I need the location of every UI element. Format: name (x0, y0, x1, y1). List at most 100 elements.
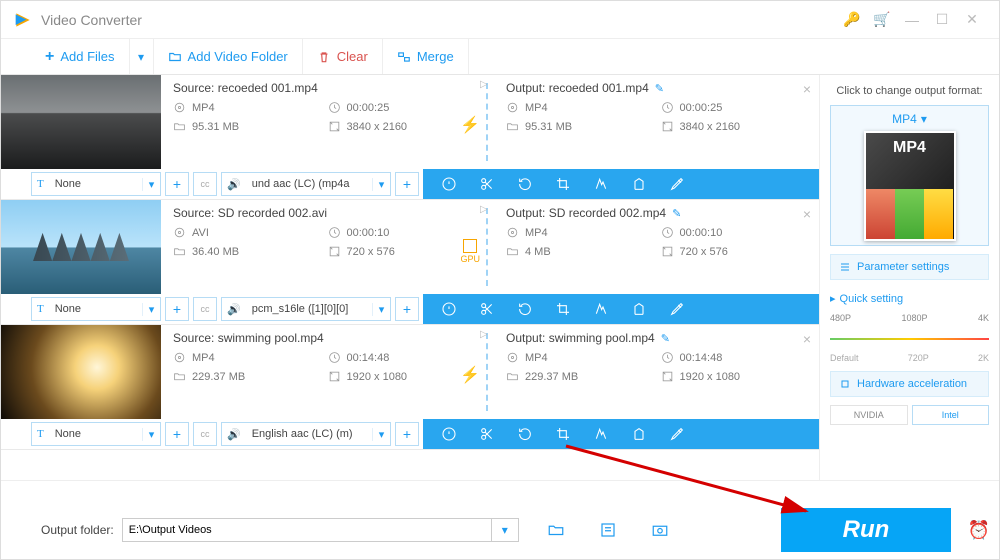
cart-icon[interactable]: 🛒 (867, 11, 897, 28)
info-icon[interactable] (441, 176, 457, 192)
rename-icon[interactable]: ✎ (655, 83, 664, 95)
task-list-button[interactable] (593, 517, 623, 543)
chevron-down-icon: ▾ (921, 112, 927, 126)
boost-icon: ⚡ (460, 115, 480, 135)
clear-button[interactable]: Clear (303, 39, 383, 74)
add-audio-button[interactable]: + (395, 172, 419, 196)
close-window-button[interactable]: ✕ (957, 11, 987, 28)
add-subtitle-button[interactable]: + (165, 297, 189, 321)
cut-icon[interactable] (479, 426, 495, 442)
output-folder-dropdown[interactable]: ▾ (491, 518, 519, 542)
cc-button[interactable]: cc (193, 297, 217, 321)
size-field: 229.37 MB (173, 370, 322, 383)
remove-item-button[interactable]: × (803, 81, 811, 97)
add-folder-button[interactable]: Add Video Folder (154, 39, 303, 74)
maximize-button[interactable]: ☐ (927, 11, 957, 28)
rename-icon[interactable]: ✎ (672, 208, 681, 220)
info-icon[interactable] (441, 301, 457, 317)
merge-icon (397, 50, 411, 64)
vendor-nvidia[interactable]: NVIDIA (830, 405, 908, 425)
key-icon[interactable]: 🔑 (837, 11, 867, 28)
add-files-dropdown[interactable]: ▾ (130, 39, 154, 74)
app-logo-icon (13, 10, 33, 30)
parameter-settings-button[interactable]: Parameter settings (830, 254, 989, 280)
format-preview-image: MP4 (864, 131, 956, 241)
dimensions-field: 720 x 576 (661, 245, 810, 258)
param-label: Parameter settings (857, 261, 949, 273)
schedule-button[interactable]: ⏰ (959, 520, 999, 541)
video-thumbnail[interactable] (1, 75, 161, 169)
remove-item-button[interactable]: × (803, 206, 811, 222)
rotate-icon[interactable] (517, 301, 533, 317)
crop-icon[interactable] (555, 176, 571, 192)
subtitle-select[interactable]: TNone▾ (31, 172, 161, 196)
audio-track-select[interactable]: 🔊English aac (LC) (m)▾ (221, 422, 391, 446)
container-field: MP4 (506, 351, 655, 364)
source-title: Source: recoeded 001.mp4 (173, 81, 476, 95)
add-files-button[interactable]: +Add Files (31, 39, 130, 74)
add-files-label: Add Files (60, 49, 114, 64)
subtitle-select[interactable]: TNone▾ (31, 422, 161, 446)
cc-button[interactable]: cc (193, 422, 217, 446)
edit-icon[interactable] (669, 301, 685, 317)
container-field: MP4 (506, 101, 655, 114)
crop-icon[interactable] (555, 301, 571, 317)
add-audio-button[interactable]: + (395, 422, 419, 446)
crop-icon[interactable] (555, 426, 571, 442)
audio-track-select[interactable]: 🔊pcm_s16le ([1][0][0]▾ (221, 297, 391, 321)
clear-label: Clear (337, 49, 368, 64)
effects-icon[interactable] (593, 426, 609, 442)
effects-icon[interactable] (593, 301, 609, 317)
info-icon[interactable] (441, 426, 457, 442)
edit-toolbar (423, 419, 819, 449)
source-title: Source: swimming pool.mp4 (173, 331, 476, 345)
add-audio-button[interactable]: + (395, 297, 419, 321)
size-field: 4 MB (506, 245, 655, 258)
gpu-icon: GPU (460, 239, 480, 264)
vendor-intel[interactable]: Intel (912, 405, 990, 425)
remove-item-button[interactable]: × (803, 331, 811, 347)
watermark-icon[interactable] (631, 301, 647, 317)
effects-icon[interactable] (593, 176, 609, 192)
minimize-button[interactable]: — (897, 12, 927, 28)
watermark-icon[interactable] (631, 176, 647, 192)
video-thumbnail[interactable] (1, 200, 161, 294)
open-folder-button[interactable] (541, 517, 571, 543)
app-title: Video Converter (41, 12, 142, 28)
snapshot-button[interactable] (645, 517, 675, 543)
rename-icon[interactable]: ✎ (661, 333, 670, 345)
rotate-icon[interactable] (517, 426, 533, 442)
duration-field: 00:00:10 (328, 226, 477, 239)
cut-icon[interactable] (479, 176, 495, 192)
quality-slider[interactable] (830, 327, 989, 351)
output-folder-input[interactable] (122, 518, 492, 542)
list-item: Source: recoeded 001.mp4 MP4 00:00:25 95… (1, 75, 819, 200)
size-field: 36.40 MB (173, 245, 322, 258)
hardware-accel-button[interactable]: Hardware acceleration (830, 371, 989, 397)
folder-icon (168, 50, 182, 64)
watermark-icon[interactable] (631, 426, 647, 442)
run-button[interactable]: Run (781, 508, 951, 552)
subtitle-select[interactable]: TNone▾ (31, 297, 161, 321)
cut-icon[interactable] (479, 301, 495, 317)
dimensions-field: 1920 x 1080 (328, 370, 477, 383)
edit-icon[interactable] (669, 176, 685, 192)
quality-bottom-labels: Default720P2K (830, 353, 989, 363)
chip-icon (839, 378, 851, 390)
dimensions-field: 720 x 576 (328, 245, 477, 258)
add-subtitle-button[interactable]: + (165, 172, 189, 196)
video-thumbnail[interactable] (1, 325, 161, 419)
rotate-icon[interactable] (517, 176, 533, 192)
duration-field: 00:00:10 (661, 226, 810, 239)
edit-icon[interactable] (669, 426, 685, 442)
add-subtitle-button[interactable]: + (165, 422, 189, 446)
cc-button[interactable]: cc (193, 172, 217, 196)
merge-button[interactable]: Merge (383, 39, 469, 74)
audio-track-select[interactable]: 🔊und aac (LC) (mp4a▾ (221, 172, 391, 196)
output-title: Output: SD recorded 002.mp4✎ (506, 206, 809, 220)
source-title: Source: SD recorded 002.avi (173, 206, 476, 220)
arrow-icon: ▷ (480, 204, 488, 215)
dimensions-field: 3840 x 2160 (661, 120, 810, 133)
list-item: Source: swimming pool.mp4 MP4 00:14:48 2… (1, 325, 819, 450)
output-format-selector[interactable]: MP4▾ MP4 (830, 105, 989, 246)
